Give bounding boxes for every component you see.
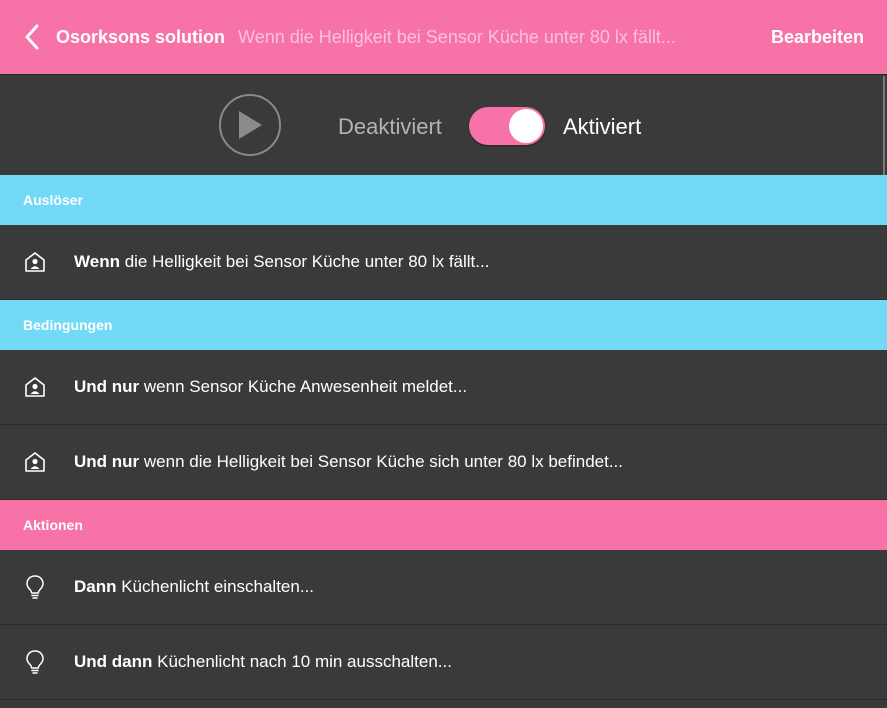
- section-title: Bedingungen: [23, 317, 113, 333]
- condition-row[interactable]: Und nur wenn Sensor Küche Anwesenheit me…: [0, 350, 887, 425]
- row-text: Und dann Küchenlicht nach 10 min ausscha…: [74, 652, 452, 671]
- home-person-icon: [23, 250, 47, 274]
- home-person-icon: [23, 450, 47, 474]
- chevron-left-icon: [25, 24, 39, 50]
- trigger-row[interactable]: Wenn die Helligkeit bei Sensor Küche unt…: [0, 225, 887, 300]
- lightbulb-icon: [23, 650, 47, 674]
- deactivated-label: Deaktiviert: [338, 114, 442, 139]
- back-button[interactable]: [8, 0, 56, 75]
- section-header-conditions: Bedingungen: [0, 300, 887, 350]
- page-title: Osorksons solution: [56, 26, 226, 47]
- action-row[interactable]: Dann Küchenlicht einschalten...: [0, 550, 887, 625]
- automation-controls: Deaktiviert Aktiviert: [0, 76, 887, 175]
- home-person-icon: [23, 375, 47, 399]
- row-text: Wenn die Helligkeit bei Sensor Küche unt…: [74, 252, 490, 271]
- play-button[interactable]: [219, 94, 281, 156]
- activation-toggle[interactable]: [469, 107, 545, 145]
- edit-button[interactable]: Bearbeiten: [771, 0, 864, 75]
- lightbulb-icon: [23, 575, 47, 599]
- condition-row[interactable]: Und nur wenn die Helligkeit bei Sensor K…: [0, 425, 887, 500]
- section-header-trigger: Auslöser: [0, 175, 887, 225]
- top-bar: Osorksons solution Wenn die Helligkeit b…: [0, 0, 887, 75]
- action-row[interactable]: Und dann Küchenlicht nach 10 min ausscha…: [0, 625, 887, 700]
- play-icon: [239, 111, 262, 139]
- section-title: Auslöser: [23, 192, 83, 208]
- row-text: Und nur wenn die Helligkeit bei Sensor K…: [74, 452, 623, 471]
- activated-label: Aktiviert: [563, 114, 642, 139]
- section-header-actions: Aktionen: [0, 500, 887, 550]
- row-text: Dann Küchenlicht einschalten...: [74, 577, 315, 596]
- section-title: Aktionen: [23, 517, 83, 533]
- toggle-knob: [509, 109, 543, 143]
- row-text: Und nur wenn Sensor Küche Anwesenheit me…: [74, 377, 468, 396]
- page-subtitle: Wenn die Helligkeit bei Sensor Küche unt…: [238, 26, 676, 47]
